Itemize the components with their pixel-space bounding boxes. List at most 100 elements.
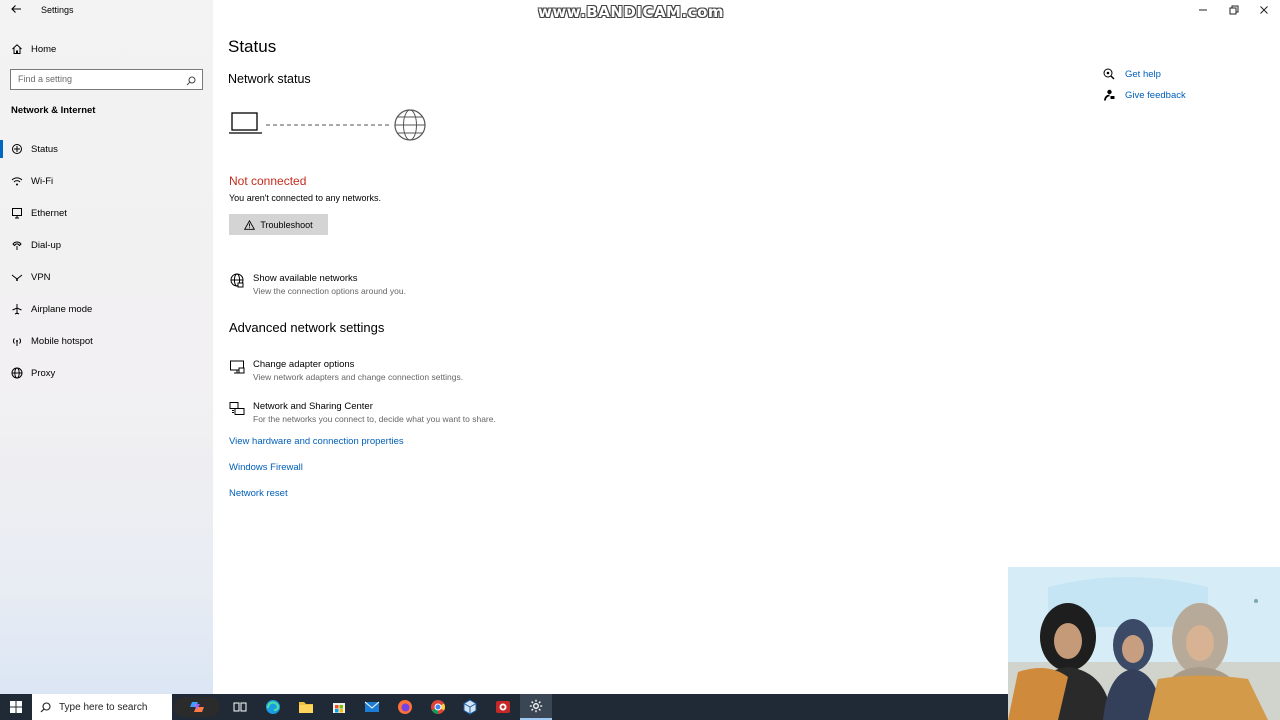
globe-icon bbox=[10, 366, 24, 380]
hardware-properties-link[interactable]: View hardware and connection properties bbox=[229, 436, 404, 447]
sidebar-item-mobile-hotspot[interactable]: Mobile hotspot bbox=[0, 330, 213, 352]
file-explorer-button[interactable] bbox=[290, 694, 322, 720]
give-feedback-label: Give feedback bbox=[1125, 89, 1186, 101]
network-status-heading: Network status bbox=[228, 72, 311, 86]
airplane-icon bbox=[10, 302, 24, 316]
sidebar-item-status[interactable]: Status bbox=[0, 138, 213, 160]
windows-firewall-link[interactable]: Windows Firewall bbox=[229, 462, 303, 473]
status-icon bbox=[10, 142, 24, 156]
sharing-center-icon bbox=[229, 401, 245, 417]
sidebar-item-label: Dial-up bbox=[31, 239, 62, 251]
internet-globe-icon bbox=[394, 109, 426, 141]
dialup-icon bbox=[10, 238, 24, 252]
settings-taskbar-button[interactable] bbox=[520, 694, 552, 720]
sidebar-item-airplane-mode[interactable]: Airplane mode bbox=[0, 298, 213, 320]
firefox-icon bbox=[398, 700, 412, 714]
taskbar-search-placeholder: Type here to search bbox=[59, 701, 148, 713]
monitor-icon bbox=[229, 359, 245, 375]
home-nav-item[interactable]: Home bbox=[10, 41, 56, 57]
indicator bbox=[0, 236, 3, 254]
option-title: Change adapter options bbox=[253, 359, 355, 370]
sidebar-item-dialup[interactable]: Dial-up bbox=[0, 234, 213, 256]
option-description: View the connection options around you. bbox=[253, 286, 406, 296]
page-title: Status bbox=[228, 37, 277, 56]
back-arrow-icon bbox=[11, 5, 21, 13]
close-button[interactable] bbox=[1249, 2, 1279, 18]
sidebar-item-ethernet[interactable]: Ethernet bbox=[0, 202, 213, 224]
virtualbox-icon bbox=[463, 699, 477, 715]
home-icon bbox=[10, 43, 24, 55]
get-help-link[interactable]: Get help bbox=[1103, 67, 1161, 81]
restore-button[interactable] bbox=[1219, 2, 1249, 18]
app-title: Settings bbox=[41, 5, 74, 15]
webcam-overlay bbox=[1008, 567, 1280, 720]
indicator bbox=[0, 300, 3, 318]
taskbar-search-box[interactable]: Type here to search bbox=[32, 694, 172, 720]
back-button[interactable] bbox=[8, 3, 24, 19]
firefox-button[interactable] bbox=[389, 694, 421, 720]
sidebar-item-label: Airplane mode bbox=[31, 303, 93, 315]
virtualbox-button[interactable] bbox=[454, 694, 486, 720]
help-chat-icon bbox=[1103, 68, 1115, 80]
chrome-icon bbox=[431, 700, 445, 714]
laptop-icon bbox=[229, 112, 262, 134]
app-icon bbox=[496, 701, 510, 713]
store-button[interactable] bbox=[323, 694, 355, 720]
change-adapter-options[interactable]: Change adapter options View network adap… bbox=[229, 359, 509, 385]
network-reset-link[interactable]: Network reset bbox=[229, 488, 288, 499]
sidebar-item-label: Status bbox=[31, 143, 58, 155]
minimize-icon bbox=[1199, 9, 1207, 11]
network-sharing-center[interactable]: Network and Sharing Center For the netwo… bbox=[229, 401, 529, 427]
mail-button[interactable] bbox=[356, 694, 388, 720]
option-title: Network and Sharing Center bbox=[253, 401, 373, 412]
option-description: View network adapters and change connect… bbox=[253, 372, 464, 382]
connection-description: You aren't connected to any networks. bbox=[229, 193, 381, 203]
sidebar-item-label: Proxy bbox=[31, 367, 56, 379]
search-icon bbox=[40, 701, 51, 713]
store-icon bbox=[333, 703, 345, 713]
minimize-button[interactable] bbox=[1188, 2, 1218, 18]
find-setting-input[interactable]: Find a setting bbox=[10, 69, 203, 90]
sidebar-item-label: Ethernet bbox=[31, 207, 67, 219]
windows-logo-icon bbox=[10, 701, 22, 713]
copilot-button[interactable] bbox=[174, 697, 220, 717]
edge-button[interactable] bbox=[257, 694, 289, 720]
indicator bbox=[0, 172, 3, 190]
task-view-button[interactable] bbox=[224, 694, 256, 720]
settings-sidebar: Settings Home Find a setting Network & I… bbox=[0, 0, 213, 694]
vpn-icon bbox=[10, 270, 24, 284]
show-available-networks[interactable]: Show available networks View the connect… bbox=[229, 273, 489, 299]
chrome-button[interactable] bbox=[422, 694, 454, 720]
give-feedback-link[interactable]: Give feedback bbox=[1103, 88, 1186, 102]
mail-icon bbox=[364, 701, 380, 712]
sidebar-item-label: Wi-Fi bbox=[31, 175, 54, 187]
task-view-icon bbox=[233, 702, 247, 712]
home-label: Home bbox=[31, 43, 57, 55]
indicator bbox=[0, 364, 3, 382]
section-title: Network & Internet bbox=[11, 105, 96, 116]
title-bar: Settings bbox=[0, 0, 213, 22]
sidebar-item-proxy[interactable]: Proxy bbox=[0, 362, 213, 384]
get-help-label: Get help bbox=[1125, 68, 1161, 80]
active-indicator bbox=[0, 140, 3, 158]
sidebar-item-wifi[interactable]: Wi-Fi bbox=[0, 170, 213, 192]
option-description: For the networks you connect to, decide … bbox=[253, 414, 496, 424]
wifi-icon bbox=[10, 174, 24, 188]
advanced-settings-heading: Advanced network settings bbox=[229, 320, 385, 335]
option-title: Show available networks bbox=[253, 273, 358, 284]
sidebar-item-label: VPN bbox=[31, 271, 51, 283]
hotspot-icon bbox=[10, 334, 24, 348]
troubleshoot-button[interactable]: Troubleshoot bbox=[229, 214, 328, 235]
indicator bbox=[0, 268, 3, 286]
warning-icon bbox=[244, 219, 256, 230]
recorder-watermark: www.BANDICAM.com bbox=[538, 3, 725, 21]
copilot-icon bbox=[190, 702, 204, 712]
sidebar-item-vpn[interactable]: VPN bbox=[0, 266, 213, 288]
restore-icon bbox=[1229, 5, 1239, 15]
taskbar: Type here to search bbox=[0, 694, 1008, 720]
start-button[interactable] bbox=[0, 694, 32, 720]
search-placeholder: Find a setting bbox=[18, 74, 73, 84]
recorder-app-button[interactable] bbox=[487, 694, 519, 720]
indicator bbox=[0, 204, 3, 222]
connection-state: Not connected bbox=[229, 174, 307, 188]
